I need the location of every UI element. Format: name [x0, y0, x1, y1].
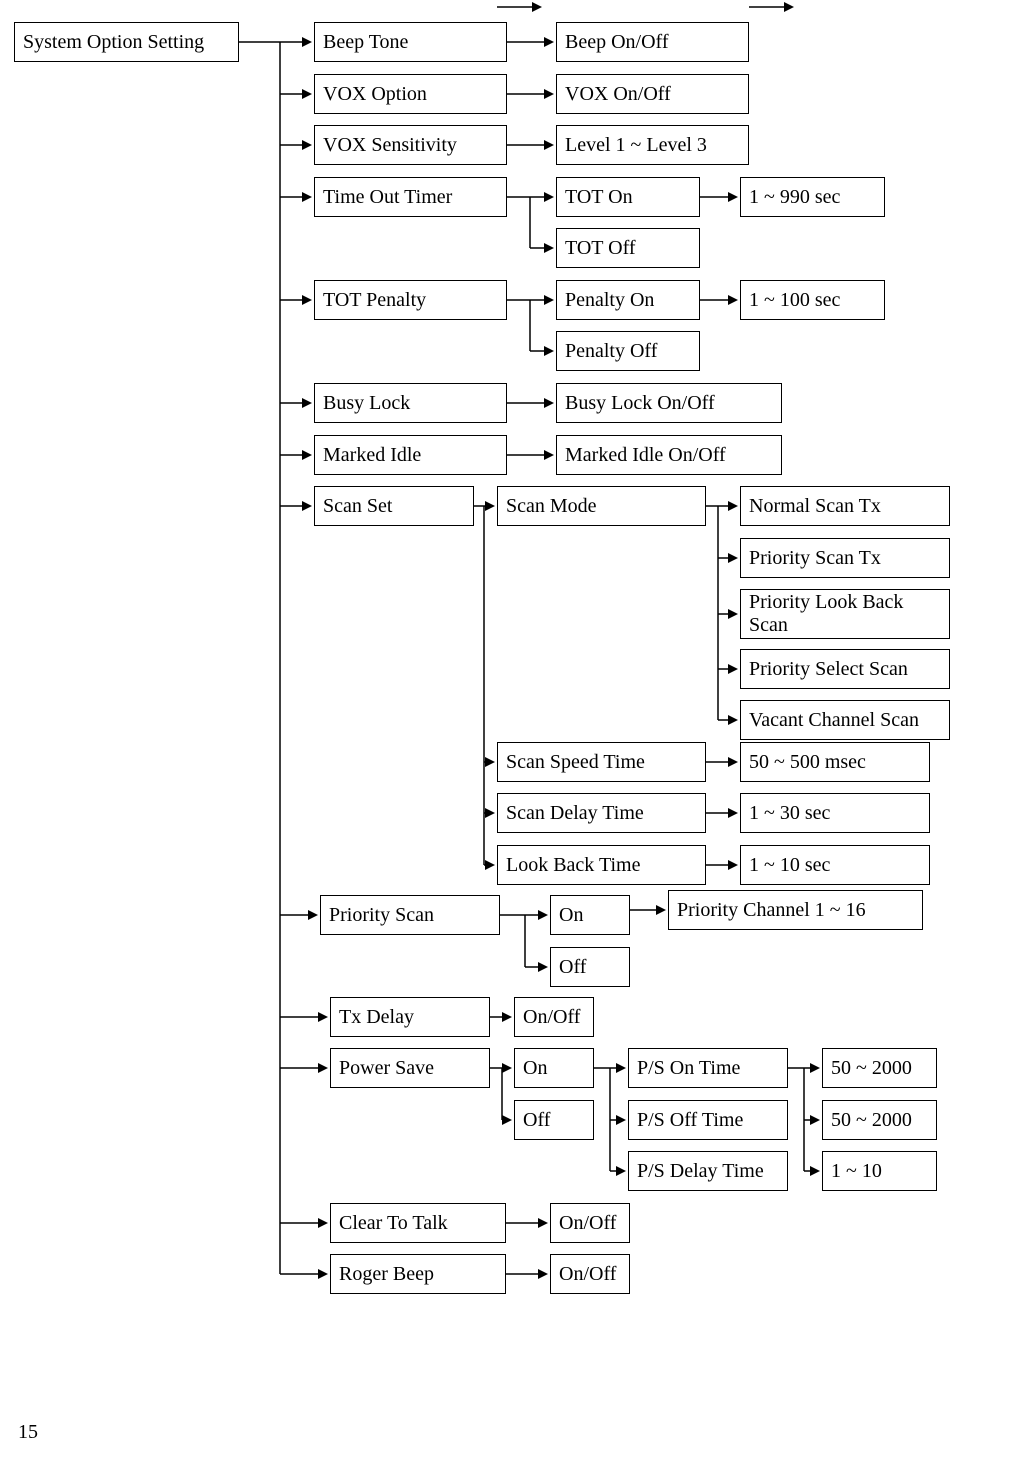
- node-tot-off: TOT Off: [556, 228, 700, 268]
- node-txdelay-onoff: On/Off: [514, 997, 594, 1037]
- node-ps-on-range: 50 ~ 2000: [822, 1048, 937, 1088]
- node-priority-channel-range: Priority Channel 1 ~ 16: [668, 890, 923, 930]
- node-ps-on-time: P/S On Time: [628, 1048, 788, 1088]
- node-penalty-off: Penalty Off: [556, 331, 700, 371]
- node-scan-speed-range: 50 ~ 500 msec: [740, 742, 930, 782]
- node-ps-off-range: 50 ~ 2000: [822, 1100, 937, 1140]
- node-vox-levels: Level 1 ~ Level 3: [556, 125, 749, 165]
- node-look-back-range: 1 ~ 10 sec: [740, 845, 930, 885]
- node-roger-onoff: On/Off: [550, 1254, 630, 1294]
- node-tot-penalty: TOT Penalty: [314, 280, 507, 320]
- node-scan-mode-priority-select: Priority Select Scan: [740, 649, 950, 689]
- node-priority-on: On: [550, 895, 630, 935]
- node-vox-sensitivity: VOX Sensitivity: [314, 125, 507, 165]
- node-priority-scan: Priority Scan: [320, 895, 500, 935]
- node-scan-mode-vacant: Vacant Channel Scan: [740, 700, 950, 740]
- node-system-option-setting: System Option Setting: [14, 22, 239, 62]
- node-marked-idle: Marked Idle: [314, 435, 507, 475]
- diagram-canvas: System Option Setting Beep Tone VOX Opti…: [0, 0, 1029, 1463]
- node-penalty-range: 1 ~ 100 sec: [740, 280, 885, 320]
- page-number: 15: [18, 1421, 38, 1444]
- node-scan-delay-time: Scan Delay Time: [497, 793, 706, 833]
- node-tot-on: TOT On: [556, 177, 700, 217]
- node-ps-delay-time: P/S Delay Time: [628, 1151, 788, 1191]
- node-scan-speed-time: Scan Speed Time: [497, 742, 706, 782]
- node-look-back-time: Look Back Time: [497, 845, 706, 885]
- node-ps-off: Off: [514, 1100, 594, 1140]
- node-beep-tone: Beep Tone: [314, 22, 507, 62]
- node-tot-range: 1 ~ 990 sec: [740, 177, 885, 217]
- node-scan-mode-priority-tx: Priority Scan Tx: [740, 538, 950, 578]
- node-priority-off: Off: [550, 947, 630, 987]
- node-ps-off-time: P/S Off Time: [628, 1100, 788, 1140]
- node-roger-beep: Roger Beep: [330, 1254, 506, 1294]
- node-scan-set: Scan Set: [314, 486, 474, 526]
- node-tx-delay: Tx Delay: [330, 997, 490, 1037]
- node-vox-option: VOX Option: [314, 74, 507, 114]
- node-power-save: Power Save: [330, 1048, 490, 1088]
- node-ps-on: On: [514, 1048, 594, 1088]
- node-marked-idle-onoff: Marked Idle On/Off: [556, 435, 782, 475]
- node-ctt-onoff: On/Off: [550, 1203, 630, 1243]
- node-time-out-timer: Time Out Timer: [314, 177, 507, 217]
- node-busy-lock-onoff: Busy Lock On/Off: [556, 383, 782, 423]
- node-scan-mode: Scan Mode: [497, 486, 706, 526]
- node-scan-mode-priority-lookback: Priority Look Back Scan: [740, 589, 950, 639]
- node-beep-onoff: Beep On/Off: [556, 22, 749, 62]
- node-scan-delay-range: 1 ~ 30 sec: [740, 793, 930, 833]
- node-penalty-on: Penalty On: [556, 280, 700, 320]
- node-busy-lock: Busy Lock: [314, 383, 507, 423]
- node-scan-mode-normal: Normal Scan Tx: [740, 486, 950, 526]
- node-ps-delay-range: 1 ~ 10: [822, 1151, 937, 1191]
- node-vox-onoff: VOX On/Off: [556, 74, 749, 114]
- node-clear-to-talk: Clear To Talk: [330, 1203, 506, 1243]
